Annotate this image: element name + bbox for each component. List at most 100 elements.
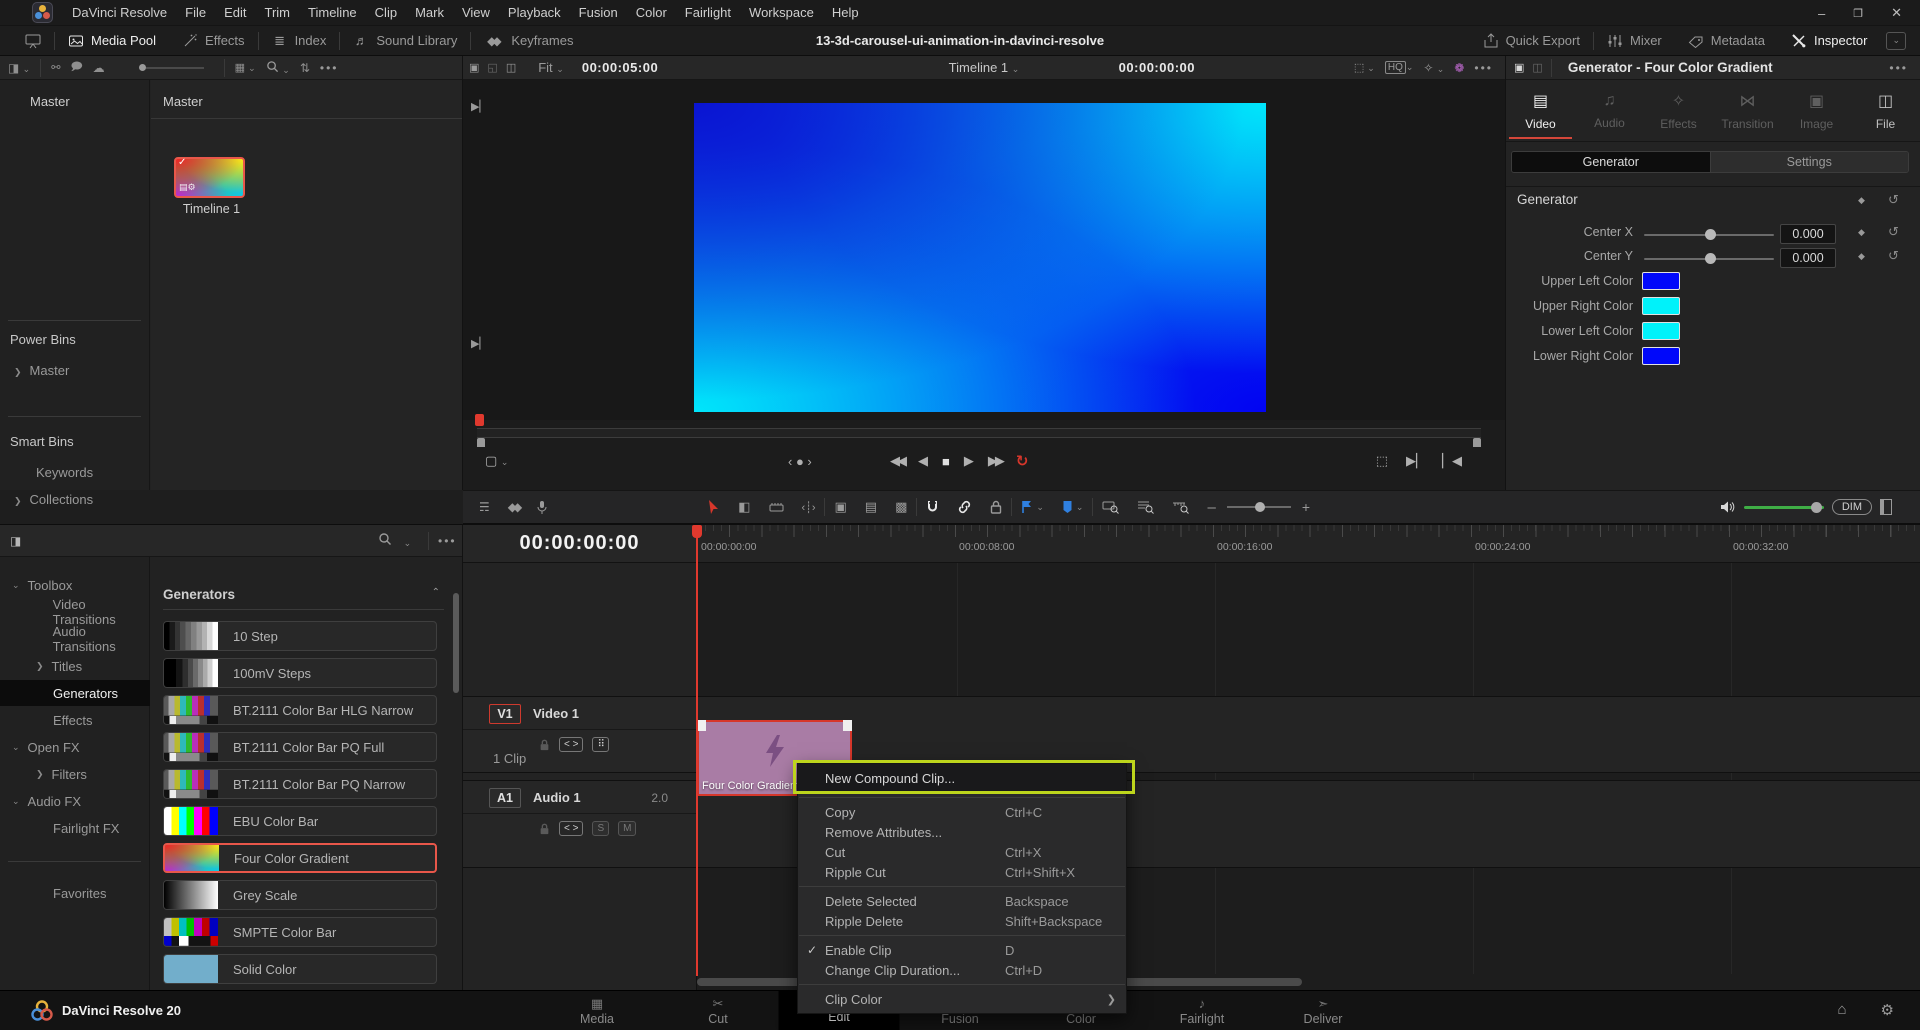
fx-tree-item-titles[interactable]: ❯Titles — [0, 653, 150, 679]
keyframe-diamond-icon[interactable]: ◆ — [1858, 227, 1865, 238]
menu-timeline[interactable]: Timeline — [299, 0, 366, 26]
collapse-section-icon[interactable]: ⌃ — [432, 587, 440, 598]
proxy-quality-icon[interactable]: HQ — [1385, 61, 1406, 74]
split-view-icon[interactable]: ◱ — [487, 61, 497, 74]
generator-item-smpte-color-bar[interactable]: SMPTE Color Bar — [163, 917, 437, 947]
fx-tree-item-effects[interactable]: Effects — [0, 707, 150, 733]
menu-item-enable-clip[interactable]: ✓Enable ClipD — [798, 940, 1126, 960]
go-to-start-button[interactable]: ▏◀ — [1442, 453, 1462, 469]
inspector-toggle[interactable]: Inspector — [1778, 26, 1880, 56]
track-filmstrip-toggle[interactable]: ⠿ — [592, 737, 608, 752]
auto-select-toggle[interactable]: < > — [559, 821, 583, 836]
last-frame-button[interactable]: ▶▶ — [988, 453, 1002, 469]
generator-item-bt-2111-color-bar-pq-full[interactable]: BT.2111 Color Bar PQ Full — [163, 732, 437, 762]
page-tab-cut[interactable]: ✂Cut — [658, 991, 779, 1030]
replace-clip-button[interactable]: ▩ — [895, 499, 907, 515]
generators-scrollbar[interactable] — [453, 593, 459, 693]
speaker-icon[interactable] — [1720, 500, 1736, 514]
page-tab-fairlight[interactable]: ♪Fairlight — [1142, 991, 1263, 1030]
quick-export-button[interactable]: Quick Export — [1470, 26, 1593, 56]
menu-item-delete-selected[interactable]: Delete SelectedBackspace — [798, 891, 1126, 911]
menu-item-new-compound-clip-[interactable]: New Compound Clip... — [798, 764, 1126, 792]
marker-button[interactable]: ⌄ — [1062, 500, 1084, 514]
trim-edit-mode-tool[interactable]: ◧ — [738, 499, 750, 515]
stop-button[interactable]: ■ — [942, 454, 950, 469]
param-slider-knob[interactable] — [1705, 253, 1716, 264]
clip-left-handle[interactable] — [697, 720, 706, 731]
single-viewer-icon[interactable]: ▣ — [469, 61, 479, 74]
zoom-in-button[interactable]: + — [1302, 499, 1310, 515]
presentation-mode-button[interactable] — [12, 26, 54, 56]
timeline-zoom-slider[interactable] — [1227, 506, 1291, 508]
fx-tree-item-fairlight-fx[interactable]: Fairlight FX — [0, 815, 150, 841]
menu-view[interactable]: View — [453, 0, 499, 26]
fx-tree-item-audio-transitions[interactable]: Audio Transitions — [0, 626, 150, 652]
generator-item-100mv-steps[interactable]: 100mV Steps — [163, 658, 437, 688]
play-around-button[interactable]: ▶▏ — [1406, 453, 1426, 469]
page-tab-deliver[interactable]: ➣Deliver — [1263, 991, 1384, 1030]
effects-search-button[interactable]: ⌄ — [378, 532, 411, 549]
menu-item-clip-color[interactable]: Clip Color❯ — [798, 989, 1126, 1009]
project-manager-home-icon[interactable]: ⌂ — [1837, 1001, 1846, 1019]
menu-item-change-clip-duration-[interactable]: Change Clip Duration...Ctrl+D — [798, 960, 1126, 980]
tab-file[interactable]: ◫File — [1851, 81, 1920, 141]
play-button[interactable]: ▶ — [964, 453, 974, 469]
playhead-marker[interactable] — [692, 525, 702, 538]
out-point-flag-icon[interactable]: ▶▏ — [471, 337, 488, 350]
clip-right-handle[interactable] — [843, 720, 852, 731]
tab-effects[interactable]: ✧Effects — [1644, 81, 1713, 141]
playhead-line[interactable] — [696, 525, 698, 976]
video-track-destination[interactable]: V1 — [489, 704, 521, 724]
menu-fusion[interactable]: Fusion — [570, 0, 627, 26]
gang-viewers-icon[interactable]: ⬚ ⌄ — [1354, 61, 1375, 74]
cloud-sync-icon[interactable]: ☁ — [93, 61, 105, 75]
viewer-scrub-playhead[interactable] — [475, 414, 484, 426]
param-slider-knob[interactable] — [1705, 229, 1716, 240]
loop-playback-button[interactable]: ↻ — [1016, 452, 1029, 470]
param-value-field[interactable]: 0.000 — [1780, 248, 1836, 268]
zoom-custom-icon[interactable] — [1172, 500, 1189, 514]
generator-item-grey-scale[interactable]: Grey Scale — [163, 880, 437, 910]
stacked-timelines-icon[interactable]: ◆◆ — [508, 500, 518, 514]
zoom-detail-icon[interactable] — [1137, 500, 1154, 514]
timeline-inspector-icon[interactable]: ◫ — [1532, 61, 1542, 74]
fx-tree-item-toolbox[interactable]: ⌄Toolbox — [0, 572, 150, 598]
snapping-magnet-icon[interactable] — [926, 500, 939, 514]
generator-item-four-color-gradient[interactable]: Four Color Gradient — [163, 843, 437, 873]
fx-tree-item-favorites[interactable]: Favorites — [0, 880, 150, 906]
section-keyframe-icon[interactable]: ◆ — [1858, 195, 1865, 206]
power-bins-header[interactable]: Power Bins — [10, 332, 76, 347]
tab-transition[interactable]: ⋈Transition — [1713, 81, 1782, 141]
timeline-view-options-icon[interactable]: ☴ — [479, 500, 490, 514]
fx-tree-item-video-transitions[interactable]: Video Transitions — [0, 599, 150, 625]
smart-bins-keywords-item[interactable]: Keywords — [36, 465, 93, 480]
menu-item-ripple-cut[interactable]: Ripple CutCtrl+Shift+X — [798, 862, 1126, 882]
voiceover-mic-icon[interactable] — [536, 500, 548, 515]
in-point-flag-icon[interactable]: ▶▏ — [471, 100, 488, 113]
viewer-options-menu[interactable]: ••• — [1474, 61, 1493, 75]
zoom-out-button[interactable]: – — [1207, 499, 1215, 516]
menu-edit[interactable]: Edit — [215, 0, 255, 26]
bin-master-item[interactable]: Master — [30, 94, 70, 109]
menu-playback[interactable]: Playback — [499, 0, 570, 26]
viewer-zoom-select[interactable]: Fit ⌄ — [538, 60, 564, 75]
audio-meters-toggle-icon[interactable] — [1880, 499, 1892, 515]
overwrite-clip-button[interactable]: ▤ — [865, 499, 877, 515]
window-minimize-button[interactable]: – — [1818, 6, 1825, 21]
volume-slider[interactable] — [1744, 506, 1824, 509]
dynamic-trim-tool[interactable]: ‹┊› — [802, 501, 816, 514]
viewer-timeline-select[interactable]: Timeline 1 ⌄ — [949, 60, 1020, 75]
insert-clip-button[interactable]: ▣ — [834, 499, 846, 515]
jog-control[interactable]: ‹ ● › — [788, 454, 812, 469]
smart-bins-header[interactable]: Smart Bins — [10, 434, 74, 449]
menu-workspace[interactable]: Workspace — [740, 0, 823, 26]
subtitle-icon[interactable]: 🗩 — [70, 58, 82, 77]
media-pool-options-menu[interactable]: ••• — [320, 61, 339, 75]
menu-item-cut[interactable]: CutCtrl+X — [798, 842, 1126, 862]
auto-select-toggle[interactable]: < > — [559, 737, 583, 752]
reset-icon[interactable]: ↺ — [1888, 224, 1899, 240]
loop-range-button[interactable]: ⬚ — [1376, 453, 1388, 469]
page-tab-media[interactable]: ▦Media — [537, 991, 658, 1030]
clip-inspector-icon[interactable]: ▣ — [1514, 61, 1524, 74]
timeline-ruler[interactable]: 00:00:00:0000:00:08:0000:00:16:0000:00:2… — [697, 525, 1920, 563]
